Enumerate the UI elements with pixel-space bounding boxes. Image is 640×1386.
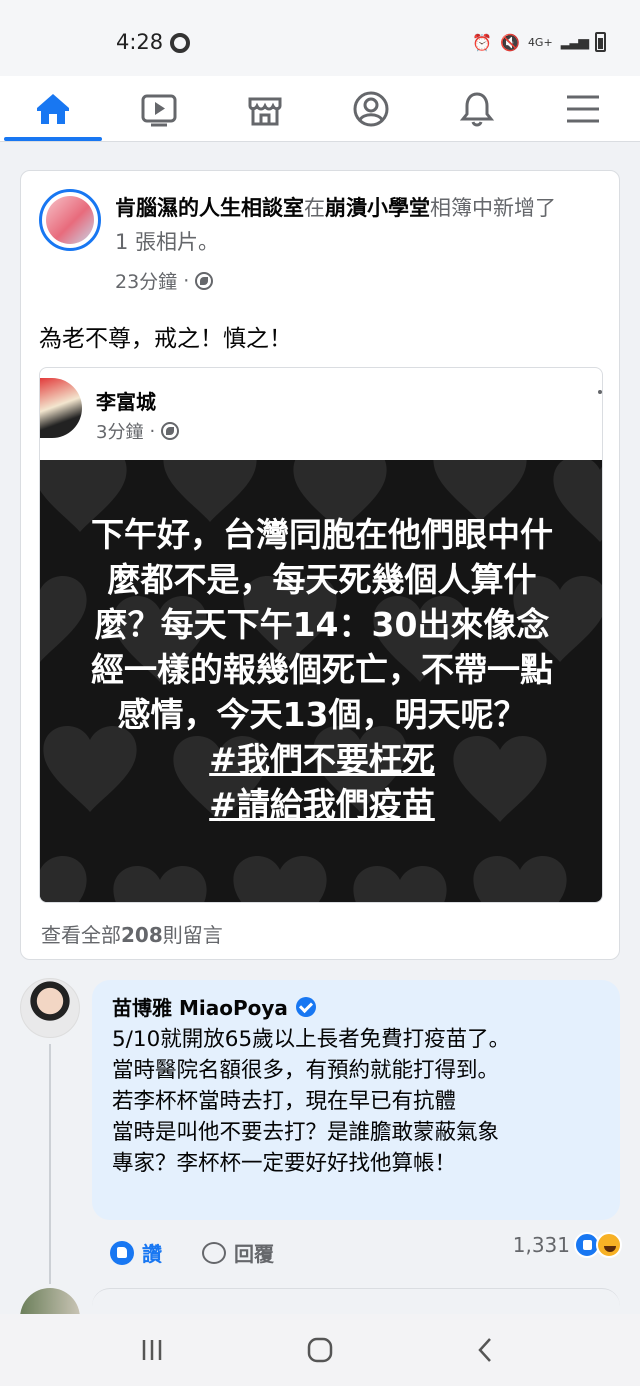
shared-post-time[interactable]: 3分鐘 [96,418,143,444]
signal-icon: ▂▃▅ [560,34,589,50]
reaction-count: 1,331 [512,1233,570,1257]
post-text: 為老不尊，戒之！慎之！ [39,326,292,352]
photo-text-line: 麼都不是，每天死幾個人算什 [107,560,537,599]
nav-marketplace[interactable] [212,76,318,142]
post-card: 肯腦濕的人生相談室在崩潰小學堂相簿中新增了 1 張相片。 23分鐘 · 為老不尊… [20,170,620,960]
nav-home[interactable] [0,76,106,142]
alarm-icon: ⏰ [472,32,493,52]
photo-hashtag: #我們不要枉死 [209,740,435,779]
hamburger-icon [567,95,599,123]
nav-profile[interactable] [318,76,424,142]
photo-hashtag: #請給我們疫苗 [209,785,435,824]
nav-menu[interactable] [530,76,636,142]
comment-bubble[interactable]: 苗博雅 MiaoPoya 5/10就開放65歲以上長者免費打疫苗了。 當時醫院名… [92,980,620,1220]
home-circle-icon [307,1337,333,1363]
globe-icon [161,422,180,440]
shared-photo[interactable]: 下午好，台灣同胞在他們眼中什 麼都不是，每天死幾個人算什 麼？每天下午14：30… [40,460,602,902]
home-icon [37,94,69,124]
comment-text: 5/10就開放65歲以上長者免費打疫苗了。 當時醫院名額很多，有預約就能打得到。… [112,1024,612,1179]
comment-line: 5/10就開放65歲以上長者免費打疫苗了。 [112,1027,511,1052]
like-button[interactable]: 讚 [110,1238,162,1267]
next-commenter-avatar[interactable] [20,1288,80,1314]
reply-button[interactable]: 回覆 [202,1238,274,1267]
comment-line: 專家？李杯杯一定要好好找他算帳！ [112,1151,457,1176]
battery-icon [595,32,606,52]
bell-icon [459,92,495,127]
store-icon [248,97,282,126]
album-link[interactable]: 崩潰小學堂 [325,196,430,220]
view-all-comments-link[interactable]: 查看全部208則留言 [41,919,223,948]
photo-text: 下午好，台灣同胞在他們眼中什 麼都不是，每天死幾個人算什 麼？每天下午14：30… [40,512,602,827]
status-icons: ⏰ 🔇 4G+ ▂▃▅ [472,32,606,52]
network-label: 4G+ [527,35,553,49]
profile-icon [353,91,389,127]
nav-watch[interactable] [106,76,212,142]
back-icon [478,1338,491,1362]
photo-text-line: 下午好，台灣同胞在他們眼中什 [91,515,553,554]
comment-actions: 讚 回覆 [110,1238,274,1267]
photo-text-line: 感情，今天13個，明天呢？ [117,695,527,734]
status-bar: 4:28 ⏰ 🔇 4G+ ▂▃▅ [0,0,640,76]
shared-author-name[interactable]: 李富城 [96,386,156,415]
comment-line: 若李杯杯當時去打，現在早已有抗體 [112,1089,457,1114]
next-comment-bubble[interactable] [92,1288,620,1314]
reaction-summary[interactable]: 1,331 [513,1232,622,1258]
thread-line [49,1044,51,1284]
commenter-avatar[interactable] [20,978,80,1038]
thumbs-up-icon [110,1240,134,1265]
photo-text-line: 麼？每天下午14：30出來像念 [94,605,550,644]
recents-icon [142,1340,162,1360]
status-time: 4:28 [116,30,164,54]
news-feed[interactable]: 肯腦濕的人生相談室在崩潰小學堂相簿中新增了 1 張相片。 23分鐘 · 為老不尊… [0,142,640,1314]
comment-line: 當時醫院名額很多，有預約就能打得到。 [112,1058,500,1083]
comment-line: 當時是叫他不要去打？是誰膽敢蒙蔽氣象 [112,1120,500,1145]
mute-icon: 🔇 [500,32,520,52]
haha-reaction-icon [596,1232,622,1258]
recents-button[interactable] [92,1314,212,1386]
post-meta: 23分鐘 · [115,267,214,294]
active-tab-indicator [4,137,102,141]
back-button[interactable] [426,1314,546,1386]
post-author-link[interactable]: 肯腦濕的人生相談室 [115,196,304,220]
chrome-icon [170,33,190,53]
commenter-name[interactable]: 苗博雅 MiaoPoya [112,992,316,1021]
shared-post[interactable]: 李富城 3分鐘 · 下午好，台灣同胞在他們眼中什 麼都不是，每天死幾個人算什 麼… [39,367,603,903]
video-icon [141,94,177,127]
system-home-button[interactable] [260,1314,380,1386]
shared-post-meta: 3分鐘 · [96,418,180,444]
photo-text-line: 經一樣的報幾個死亡，不帶一點 [91,650,553,689]
nav-notifications[interactable] [424,76,530,142]
speech-bubble-icon [202,1241,226,1264]
post-time[interactable]: 23分鐘 [115,267,177,294]
verified-badge-icon [295,996,316,1017]
shared-author-avatar[interactable] [40,378,82,438]
more-options-icon[interactable] [598,390,602,394]
globe-icon [195,271,214,290]
top-nav [0,76,640,142]
page-avatar[interactable] [39,189,101,251]
system-nav-bar [0,1314,640,1386]
post-header: 肯腦濕的人生相談室在崩潰小學堂相簿中新增了 1 張相片。 [115,196,556,254]
